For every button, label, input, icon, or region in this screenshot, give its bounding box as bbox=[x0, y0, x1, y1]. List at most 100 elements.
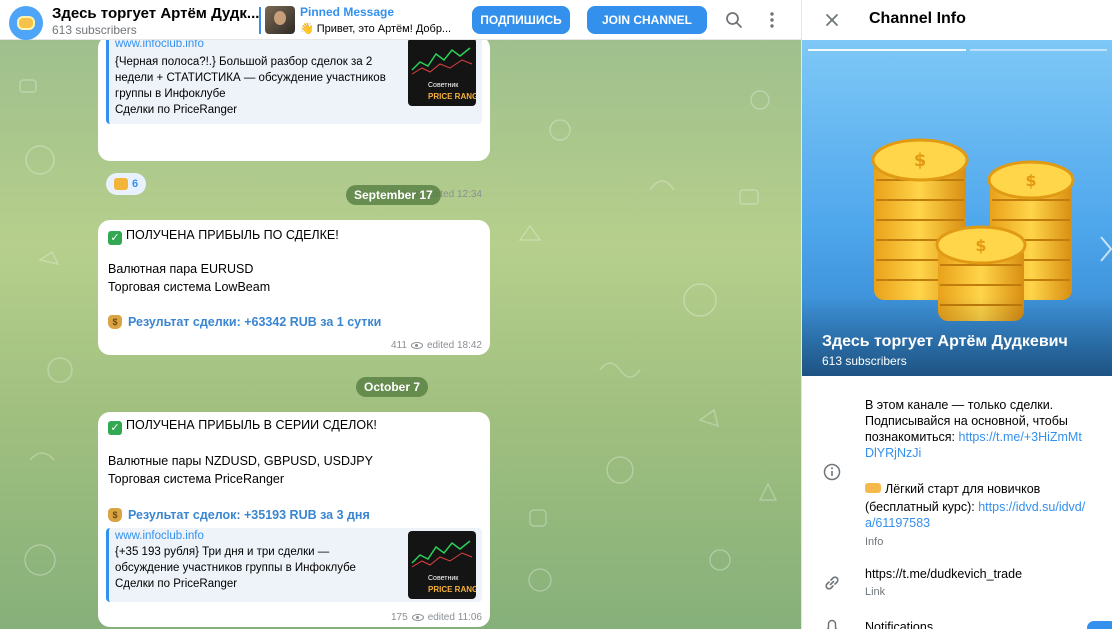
description-line: В этом канале — только сделки. bbox=[865, 398, 1054, 412]
join-channel-button[interactable]: JOIN CHANNEL bbox=[587, 6, 707, 34]
chat-area[interactable]: www.infoclub.info {Черная полоса?!.} Бол… bbox=[0, 40, 801, 629]
preview-text-line: Сделки по PriceRanger bbox=[115, 578, 238, 590]
pinned-indicator bbox=[259, 7, 261, 34]
svg-text:$: $ bbox=[1025, 171, 1036, 190]
notifications-label: Notifications bbox=[865, 620, 934, 629]
channel-name: Здесь торгует Артём Дудкевич bbox=[822, 333, 1068, 350]
message-result-text: Результат сделки: +63342 RUB за 1 сутки bbox=[128, 315, 382, 329]
course-text: Лёгкий старт для новичков bbox=[885, 482, 1041, 496]
money-bag-icon: $ bbox=[108, 508, 122, 522]
preview-text-line: {+35 193 рубля} Три дня и три сделки — bbox=[115, 546, 330, 558]
preview-text-line: недели + СТАТИСТИКА — обсуждение участни… bbox=[115, 72, 386, 84]
pinned-thumbnail[interactable] bbox=[265, 6, 295, 34]
message-bubble[interactable]: ✓ ПОЛУЧЕНА ПРИБЫЛЬ ПО СДЕЛКЕ! Валютная па… bbox=[98, 220, 490, 355]
svg-text:$: $ bbox=[975, 236, 986, 255]
preview-text-line: группы в Инфоклубе bbox=[115, 88, 226, 100]
chart-icon bbox=[411, 540, 473, 568]
svg-text:$: $ bbox=[914, 150, 927, 171]
course-prefix: (бесплатный курс): bbox=[865, 500, 979, 514]
coins-icon bbox=[17, 16, 35, 30]
preview-site[interactable]: www.infoclub.info bbox=[115, 40, 204, 50]
check-mark-icon: ✓ bbox=[108, 421, 122, 435]
description-link-continued: DlYRjNzJi bbox=[865, 445, 921, 461]
channel-avatar[interactable] bbox=[9, 6, 43, 40]
message-result-text: Результат сделок: +35193 RUB за 3 дня bbox=[128, 508, 370, 522]
notifications-toggle[interactable] bbox=[1087, 621, 1112, 629]
message-title: ✓ ПОЛУЧЕНА ПРИБЫЛЬ ПО СДЕЛКЕ! bbox=[108, 228, 339, 245]
search-icon[interactable] bbox=[722, 8, 746, 32]
message-meta: 175 edited 11:06 bbox=[391, 612, 482, 623]
thumb-brand: PRICE RANGER bbox=[428, 585, 476, 594]
preview-thumbnail[interactable]: Советник PRICE RANGER bbox=[408, 531, 476, 599]
channel-link[interactable]: https://t.me/dudkevich_trade bbox=[865, 566, 1022, 582]
money-bag-icon: $ bbox=[108, 315, 122, 329]
description-prefix: познакомиться: bbox=[865, 430, 959, 444]
view-count: 175 bbox=[391, 612, 408, 623]
message-line: Торговая система LowBeam bbox=[108, 280, 271, 294]
course-link[interactable]: https://idvd.su/idvd/ bbox=[978, 500, 1085, 514]
chart-icon bbox=[411, 47, 473, 75]
preview-site[interactable]: www.infoclub.info bbox=[115, 530, 204, 542]
info-heading: Channel Info bbox=[869, 10, 966, 27]
date-separator: October 7 bbox=[356, 377, 429, 397]
close-icon[interactable] bbox=[820, 8, 844, 32]
pinned-title[interactable]: Pinned Message bbox=[300, 5, 394, 19]
date-separator: September 17 bbox=[346, 185, 441, 205]
more-options-icon[interactable] bbox=[760, 8, 784, 32]
course-line: (бесплатный курс): https://idvd.su/idvd/ bbox=[865, 499, 1085, 515]
channel-subscribers: 613 subscribers bbox=[822, 354, 907, 368]
preview-text-line: {Черная полоса?!.} Большой разбор сделок… bbox=[115, 56, 373, 68]
message-line: Валютная пара EURUSD bbox=[108, 262, 254, 276]
description-link-tail[interactable]: DlYRjNzJi bbox=[865, 446, 921, 460]
message-bubble[interactable]: ✓ ПОЛУЧЕНА ПРИБЫЛЬ В СЕРИИ СДЕЛОК! Валютн… bbox=[98, 412, 490, 627]
preview-thumbnail[interactable]: Советник PRICE RANGER bbox=[408, 40, 476, 106]
preview-text-line: Сделки по PriceRanger bbox=[115, 104, 238, 116]
check-mark-icon: ✓ bbox=[108, 231, 122, 245]
message-title-text: ПОЛУЧЕНА ПРИБЫЛЬ В СЕРИИ СДЕЛОК! bbox=[126, 418, 377, 432]
eye-icon bbox=[411, 614, 424, 621]
subscribe-button[interactable]: ПОДПИШИСЬ bbox=[472, 6, 570, 34]
link-icon bbox=[822, 573, 842, 593]
reaction-count: 6 bbox=[132, 178, 139, 190]
thumb-brand: PRICE RANGER bbox=[428, 92, 476, 101]
description-line: познакомиться: https://t.me/+3HiZmMt bbox=[865, 429, 1082, 445]
chat-header: Здесь торгует Артём Дудк... 613 subscrib… bbox=[0, 0, 801, 40]
course-line: a/61197583 bbox=[865, 515, 930, 531]
chevron-right-icon[interactable] bbox=[1099, 235, 1112, 263]
channel-banner[interactable]: $ $ $ Здесь торгует Артём Дудкевич 613 s… bbox=[802, 40, 1112, 376]
message-title: ✓ ПОЛУЧЕНА ПРИБЫЛЬ В СЕРИИ СДЕЛОК! bbox=[108, 418, 377, 435]
bell-icon bbox=[822, 616, 842, 629]
channel-title[interactable]: Здесь торгует Артём Дудк... bbox=[52, 5, 259, 22]
message-line: Торговая система PriceRanger bbox=[108, 472, 285, 486]
description-link[interactable]: https://t.me/+3HiZmMt bbox=[959, 430, 1082, 444]
message-result: $ Результат сделок: +35193 RUB за 3 дня bbox=[108, 508, 370, 522]
thumb-caption: Советник bbox=[428, 82, 459, 89]
link-preview[interactable]: www.infoclub.info {Черная полоса?!.} Бол… bbox=[106, 40, 482, 124]
info-icon bbox=[822, 462, 842, 482]
edited-time: edited 11:06 bbox=[427, 612, 482, 623]
link-caption: Link bbox=[865, 586, 886, 598]
thumbs-up-icon bbox=[114, 178, 128, 190]
person-icon bbox=[274, 11, 286, 25]
eye-icon bbox=[410, 342, 423, 349]
preview-text-line: обсуждение участников группы в Инфоклубе bbox=[115, 562, 356, 574]
channel-info-panel: Channel Info $ $ $ Здесь торгует Артём Д… bbox=[801, 0, 1112, 629]
info-header: Channel Info bbox=[802, 0, 1112, 40]
message-bubble[interactable]: www.infoclub.info {Черная полоса?!.} Бол… bbox=[98, 40, 490, 200]
message-result: $ Результат сделки: +63342 RUB за 1 сутки bbox=[108, 315, 381, 329]
course-line: Лёгкий старт для новичков bbox=[865, 481, 1040, 497]
link-preview[interactable]: www.infoclub.info {+35 193 рубля} Три дн… bbox=[106, 528, 482, 602]
channel-subscribers: 613 subscribers bbox=[52, 23, 137, 37]
message-meta: 411 edited 18:42 bbox=[391, 340, 482, 351]
course-link-tail[interactable]: a/61197583 bbox=[865, 516, 930, 530]
edited-time: edited 18:42 bbox=[426, 340, 482, 351]
pointing-hand-icon bbox=[865, 483, 881, 493]
reaction-thumbs-up[interactable]: 6 bbox=[106, 173, 147, 195]
thumb-caption: Советник bbox=[428, 575, 459, 582]
pinned-text[interactable]: 👋 Привет, это Артём! Добр... bbox=[300, 22, 451, 35]
view-count: 411 bbox=[390, 340, 407, 351]
message-line: Валютные пары NZDUSD, GBPUSD, USDJPY bbox=[108, 454, 373, 468]
info-caption: Info bbox=[865, 536, 884, 548]
description-line: Подписывайся на основной, чтобы bbox=[865, 414, 1068, 428]
message-title-text: ПОЛУЧЕНА ПРИБЫЛЬ ПО СДЕЛКЕ! bbox=[126, 228, 339, 242]
